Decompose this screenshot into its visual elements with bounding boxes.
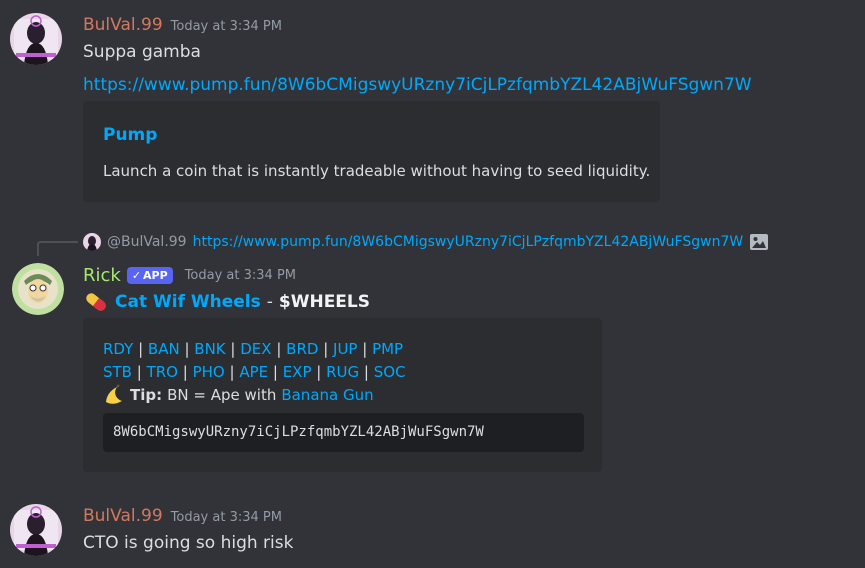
quick-link-jup[interactable]: JUP bbox=[333, 340, 357, 358]
token-separator: - bbox=[266, 292, 273, 312]
quick-link-exp[interactable]: EXP bbox=[283, 363, 312, 381]
link-separator: | bbox=[131, 363, 147, 381]
link-separator: | bbox=[271, 340, 287, 358]
username[interactable]: BulVal.99 bbox=[83, 15, 163, 35]
token-name-link[interactable]: Cat Wif Wheels bbox=[115, 292, 261, 312]
embed-description: Launch a coin that is instantly tradeabl… bbox=[103, 162, 651, 180]
timestamp: Today at 3:34 PM bbox=[170, 19, 282, 34]
quick-link-pho[interactable]: PHO bbox=[193, 363, 225, 381]
avatar-image bbox=[10, 504, 62, 556]
link-separator: | bbox=[357, 340, 373, 358]
contract-address-code[interactable]: 8W6bCMigswyURzny7iCjLPzfqmbYZL42ABjWuFSg… bbox=[103, 413, 584, 452]
link-row-1: RDY | BAN | BNK | DEX | BRD | JUP | PMP bbox=[103, 340, 403, 358]
reply-author[interactable]: @BulVal.99 bbox=[107, 234, 187, 250]
embed-title[interactable]: Pump bbox=[103, 125, 157, 145]
reply-avatar bbox=[83, 233, 101, 251]
link-row-2: STB | TRO | PHO | APE | EXP | RUG | SOC bbox=[103, 363, 406, 381]
quick-link-brd[interactable]: BRD bbox=[286, 340, 318, 358]
avatar-image bbox=[10, 13, 62, 65]
image-icon bbox=[749, 232, 769, 252]
reply-connector bbox=[37, 241, 78, 256]
avatar[interactable] bbox=[10, 504, 62, 556]
banana-gun-link[interactable]: Banana Gun bbox=[281, 386, 373, 404]
tip-label: Tip: bbox=[130, 386, 163, 404]
pill-icon bbox=[83, 290, 109, 314]
timestamp: Today at 3:34 PM bbox=[170, 510, 282, 525]
link-separator: | bbox=[318, 340, 334, 358]
check-icon: ✓ bbox=[131, 269, 142, 282]
app-badge-label: APP bbox=[143, 269, 168, 282]
link-separator: | bbox=[179, 340, 195, 358]
link-separator: | bbox=[177, 363, 193, 381]
message-link[interactable]: https://www.pump.fun/8W6bCMigswyURzny7iC… bbox=[83, 75, 752, 95]
quick-link-dex[interactable]: DEX bbox=[240, 340, 271, 358]
link-separator: | bbox=[359, 363, 374, 381]
link-embed: Pump Launch a coin that is instantly tra… bbox=[83, 101, 660, 202]
tip-row: Tip: BN = Ape with Banana Gun bbox=[103, 384, 374, 406]
token-embed: RDY | BAN | BNK | DEX | BRD | JUP | PMP … bbox=[83, 318, 602, 472]
reply-preview[interactable]: @BulVal.99 https://www.pump.fun/8W6bCMig… bbox=[83, 232, 769, 252]
username[interactable]: BulVal.99 bbox=[83, 506, 163, 526]
quick-link-rdy[interactable]: RDY bbox=[103, 340, 133, 358]
quick-link-soc[interactable]: SOC bbox=[374, 363, 406, 381]
link-separator: | bbox=[225, 340, 241, 358]
message-text: CTO is going so high risk bbox=[83, 533, 294, 553]
link-separator: | bbox=[311, 363, 327, 381]
link-separator: | bbox=[133, 340, 148, 358]
rick-avatar-image bbox=[12, 263, 64, 315]
quick-link-ban[interactable]: BAN bbox=[148, 340, 180, 358]
avatar[interactable] bbox=[12, 263, 64, 315]
avatar[interactable] bbox=[10, 13, 62, 65]
reply-link[interactable]: https://www.pump.fun/8W6bCMigswyURzny7iC… bbox=[193, 234, 744, 250]
quick-link-tro[interactable]: TRO bbox=[147, 363, 178, 381]
quick-link-rug[interactable]: RUG bbox=[326, 363, 359, 381]
quick-link-bnk[interactable]: BNK bbox=[194, 340, 225, 358]
link-separator: | bbox=[268, 363, 283, 381]
message-text: Suppa gamba bbox=[83, 42, 201, 62]
tip-text: BN = Ape with bbox=[167, 386, 277, 404]
timestamp: Today at 3:34 PM bbox=[184, 268, 296, 283]
username[interactable]: Rick bbox=[83, 265, 121, 286]
link-separator: | bbox=[224, 363, 240, 381]
quick-link-ape[interactable]: APE bbox=[239, 363, 268, 381]
app-badge: ✓ APP bbox=[126, 267, 173, 284]
banana-icon bbox=[103, 384, 125, 406]
quick-link-pmp[interactable]: PMP bbox=[372, 340, 403, 358]
ticker: $WHEELS bbox=[278, 292, 370, 312]
quick-link-stb[interactable]: STB bbox=[103, 363, 132, 381]
